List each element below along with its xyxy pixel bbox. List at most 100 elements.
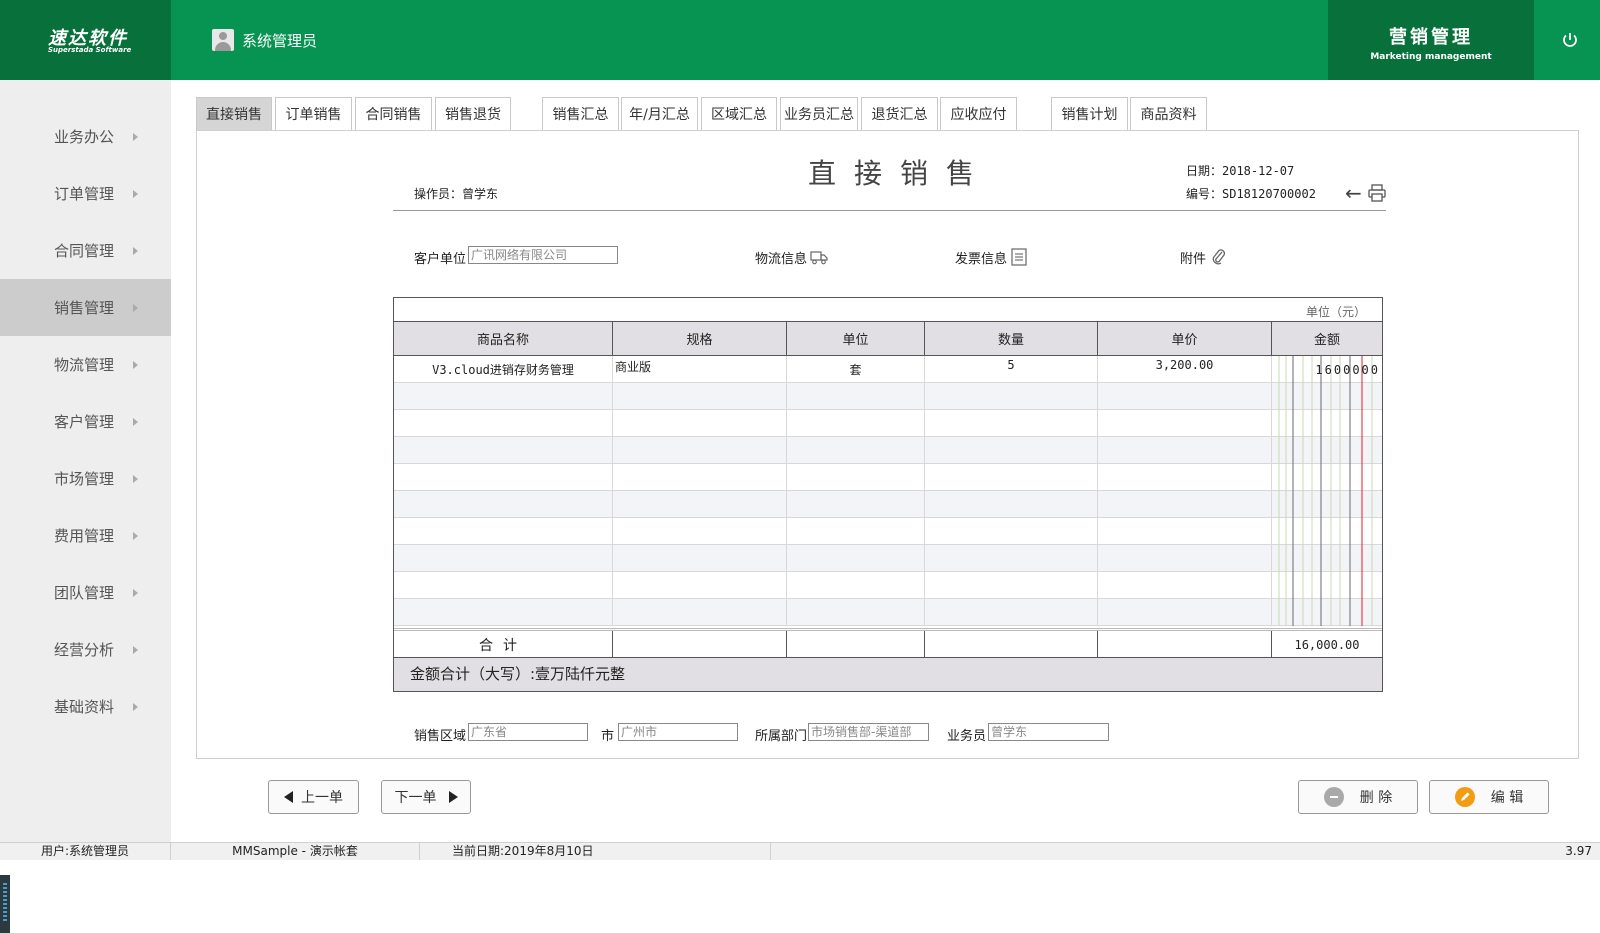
sidebar-item[interactable]: 业务办公 [0,108,171,165]
tab-year-month-summary[interactable]: 年/月汇总 [621,97,698,131]
table-cell-price[interactable] [1098,518,1272,545]
tab-region-summary[interactable]: 区域汇总 [701,97,777,131]
table-cell-amount[interactable] [1272,437,1382,464]
table-row[interactable] [394,437,1382,464]
table-cell-price[interactable] [1098,599,1272,626]
table-row[interactable] [394,518,1382,545]
table-cell-qty[interactable] [925,572,1098,599]
table-cell-price[interactable] [1098,572,1272,599]
table-cell-qty[interactable]: 5 [925,356,1098,383]
table-cell-spec[interactable] [613,383,787,410]
table-row[interactable] [394,572,1382,599]
table-cell-price[interactable] [1098,464,1272,491]
tab-sales-summary[interactable]: 销售汇总 [542,97,619,131]
tab-sales-return[interactable]: 销售退货 [435,97,511,131]
tab-contract-sales[interactable]: 合同销售 [355,97,432,131]
table-cell-unit[interactable] [787,437,925,464]
sidebar-item[interactable]: 经营分析 [0,621,171,678]
table-cell-price[interactable] [1098,410,1272,437]
printer-icon[interactable] [1367,183,1387,203]
department-field[interactable]: 市场销售部-渠道部 [808,723,929,741]
table-cell-spec[interactable] [613,410,787,437]
table-cell-name[interactable] [394,437,613,464]
table-cell-spec[interactable] [613,572,787,599]
table-cell-spec[interactable] [613,545,787,572]
table-row[interactable] [394,464,1382,491]
sidebar-item[interactable]: 销售管理 [0,279,171,336]
table-cell-price[interactable] [1098,437,1272,464]
table-cell-spec[interactable] [613,599,787,626]
sidebar-item[interactable]: 基础资料 [0,678,171,735]
table-cell-spec[interactable]: 商业版 [613,356,787,383]
invoice-icon[interactable] [1010,248,1028,266]
table-cell-amount[interactable] [1272,545,1382,572]
table-cell-spec[interactable] [613,518,787,545]
next-document-button[interactable]: 下一单 [381,780,471,814]
table-cell-unit[interactable] [787,491,925,518]
current-user[interactable]: 系统管理员 [212,28,317,52]
city-field[interactable]: 广州市 [618,723,738,741]
table-cell-qty[interactable] [925,518,1098,545]
tab-salesman-summary[interactable]: 业务员汇总 [780,97,858,131]
tab-order-sales[interactable]: 订单销售 [275,97,352,131]
table-cell-amount[interactable] [1272,464,1382,491]
table-row[interactable] [394,383,1382,410]
power-icon[interactable] [1560,30,1580,50]
table-cell-qty[interactable] [925,410,1098,437]
paperclip-icon[interactable] [1210,248,1228,265]
salesman-field[interactable]: 曾学东 [988,723,1109,741]
table-cell-name[interactable] [394,491,613,518]
table-row[interactable]: V3.cloud进销存财务管理 商业版套 5 3,200.00 1600000 [394,356,1382,383]
tab-product-data[interactable]: 商品资料 [1130,97,1207,131]
sidebar-item[interactable]: 费用管理 [0,507,171,564]
region-field[interactable]: 广东省 [468,723,588,741]
table-cell-qty[interactable] [925,491,1098,518]
table-row[interactable] [394,491,1382,518]
table-cell-amount[interactable]: 1600000 [1272,356,1382,383]
table-cell-name[interactable] [394,383,613,410]
table-cell-name[interactable] [394,410,613,437]
table-cell-qty[interactable] [925,383,1098,410]
tab-direct-sales[interactable]: 直接销售 [196,97,272,131]
customer-field[interactable]: 广讯网络有限公司 [468,246,618,264]
table-row[interactable] [394,410,1382,437]
table-cell-spec[interactable] [613,437,787,464]
tab-return-summary[interactable]: 退货汇总 [861,97,938,131]
table-cell-qty[interactable] [925,599,1098,626]
table-cell-amount[interactable] [1272,572,1382,599]
table-cell-unit[interactable]: 套 [787,356,925,383]
tab-sales-plan[interactable]: 销售计划 [1051,97,1128,131]
truck-icon[interactable] [810,249,828,265]
table-cell-unit[interactable] [787,599,925,626]
table-cell-qty[interactable] [925,437,1098,464]
back-arrow-icon[interactable]: ← [1345,183,1362,203]
sidebar-item[interactable]: 订单管理 [0,165,171,222]
sidebar-item[interactable]: 物流管理 [0,336,171,393]
table-cell-unit[interactable] [787,518,925,545]
side-handle[interactable] [0,875,10,933]
table-row[interactable] [394,545,1382,572]
table-cell-name[interactable] [394,572,613,599]
table-cell-price[interactable] [1098,383,1272,410]
table-cell-name[interactable] [394,599,613,626]
table-cell-price[interactable]: 3,200.00 [1098,356,1272,383]
table-cell-unit[interactable] [787,410,925,437]
table-cell-spec[interactable] [613,464,787,491]
edit-button[interactable]: 编 辑 [1429,780,1549,814]
table-cell-unit[interactable] [787,545,925,572]
table-cell-amount[interactable] [1272,518,1382,545]
table-cell-amount[interactable] [1272,491,1382,518]
table-cell-qty[interactable] [925,545,1098,572]
tab-receivable-payable[interactable]: 应收应付 [940,97,1017,131]
prev-document-button[interactable]: 上一单 [268,780,359,814]
table-cell-unit[interactable] [787,464,925,491]
table-cell-unit[interactable] [787,572,925,599]
sidebar-item[interactable]: 市场管理 [0,450,171,507]
table-cell-unit[interactable] [787,383,925,410]
table-cell-name[interactable] [394,464,613,491]
table-cell-name[interactable]: V3.cloud进销存财务管理 [394,356,613,383]
sidebar-item[interactable]: 合同管理 [0,222,171,279]
sidebar-item[interactable]: 团队管理 [0,564,171,621]
table-row[interactable] [394,599,1382,626]
table-cell-amount[interactable] [1272,599,1382,626]
